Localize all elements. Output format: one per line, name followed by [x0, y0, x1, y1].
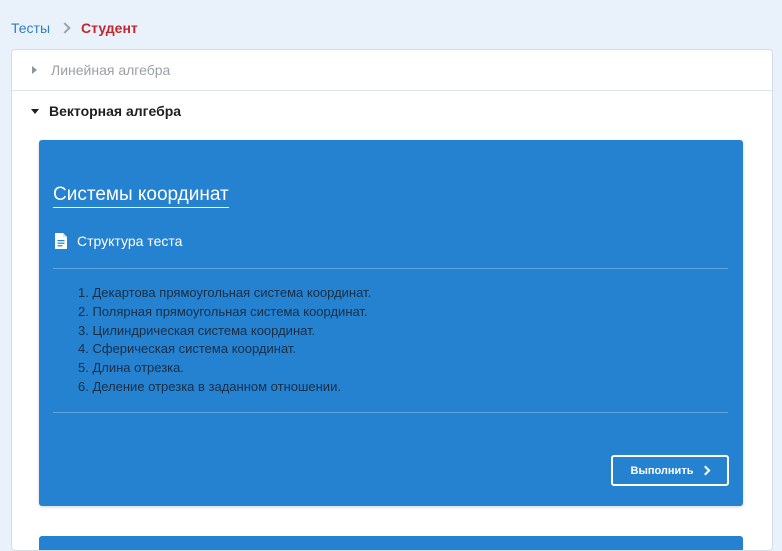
divider	[53, 268, 728, 269]
chevron-right-icon	[701, 465, 711, 476]
list-item: 2. Полярная прямоугольная система коорди…	[78, 303, 368, 319]
test-card: Системы координат Структура теста 1. Дек…	[39, 140, 743, 506]
run-button-label: Выполнить	[630, 464, 694, 477]
section-title: Векторная алгебра	[49, 103, 182, 119]
section-header-vector-algebra[interactable]: Векторная алгебра	[12, 91, 772, 131]
list-item: 5. Длина отрезка.	[78, 360, 184, 376]
section-header-linear-algebra[interactable]: Линейная алгебра	[12, 50, 772, 91]
chevron-right-icon	[59, 22, 71, 34]
topic-list: 1. Декартова прямоугольная система коорд…	[78, 284, 371, 397]
breadcrumb-current: Студент	[81, 20, 138, 36]
list-item: 6. Деление отрезка в заданном отношении.	[78, 378, 341, 394]
caret-right-icon	[32, 66, 37, 74]
breadcrumb: Тесты Студент	[11, 19, 138, 37]
list-item: 1. Декартова прямоугольная система коорд…	[78, 285, 372, 300]
test-card-next	[39, 536, 743, 550]
document-icon	[55, 233, 67, 249]
section-title: Линейная алгебра	[51, 62, 171, 78]
run-test-button[interactable]: Выполнить	[611, 455, 729, 486]
test-structure-heading: Структура теста	[54, 233, 182, 249]
structure-label: Структура теста	[77, 233, 183, 249]
breadcrumb-link-tests[interactable]: Тесты	[11, 20, 50, 36]
list-item: 3. Цилиндрическая система координат.	[78, 322, 316, 338]
sections-panel: Линейная алгебра Векторная алгебра Систе…	[11, 49, 773, 551]
list-item: 4. Сферическая система координат.	[78, 341, 297, 357]
test-title-link[interactable]: Системы координат	[53, 184, 229, 208]
caret-down-icon	[31, 108, 39, 114]
divider	[53, 412, 728, 413]
